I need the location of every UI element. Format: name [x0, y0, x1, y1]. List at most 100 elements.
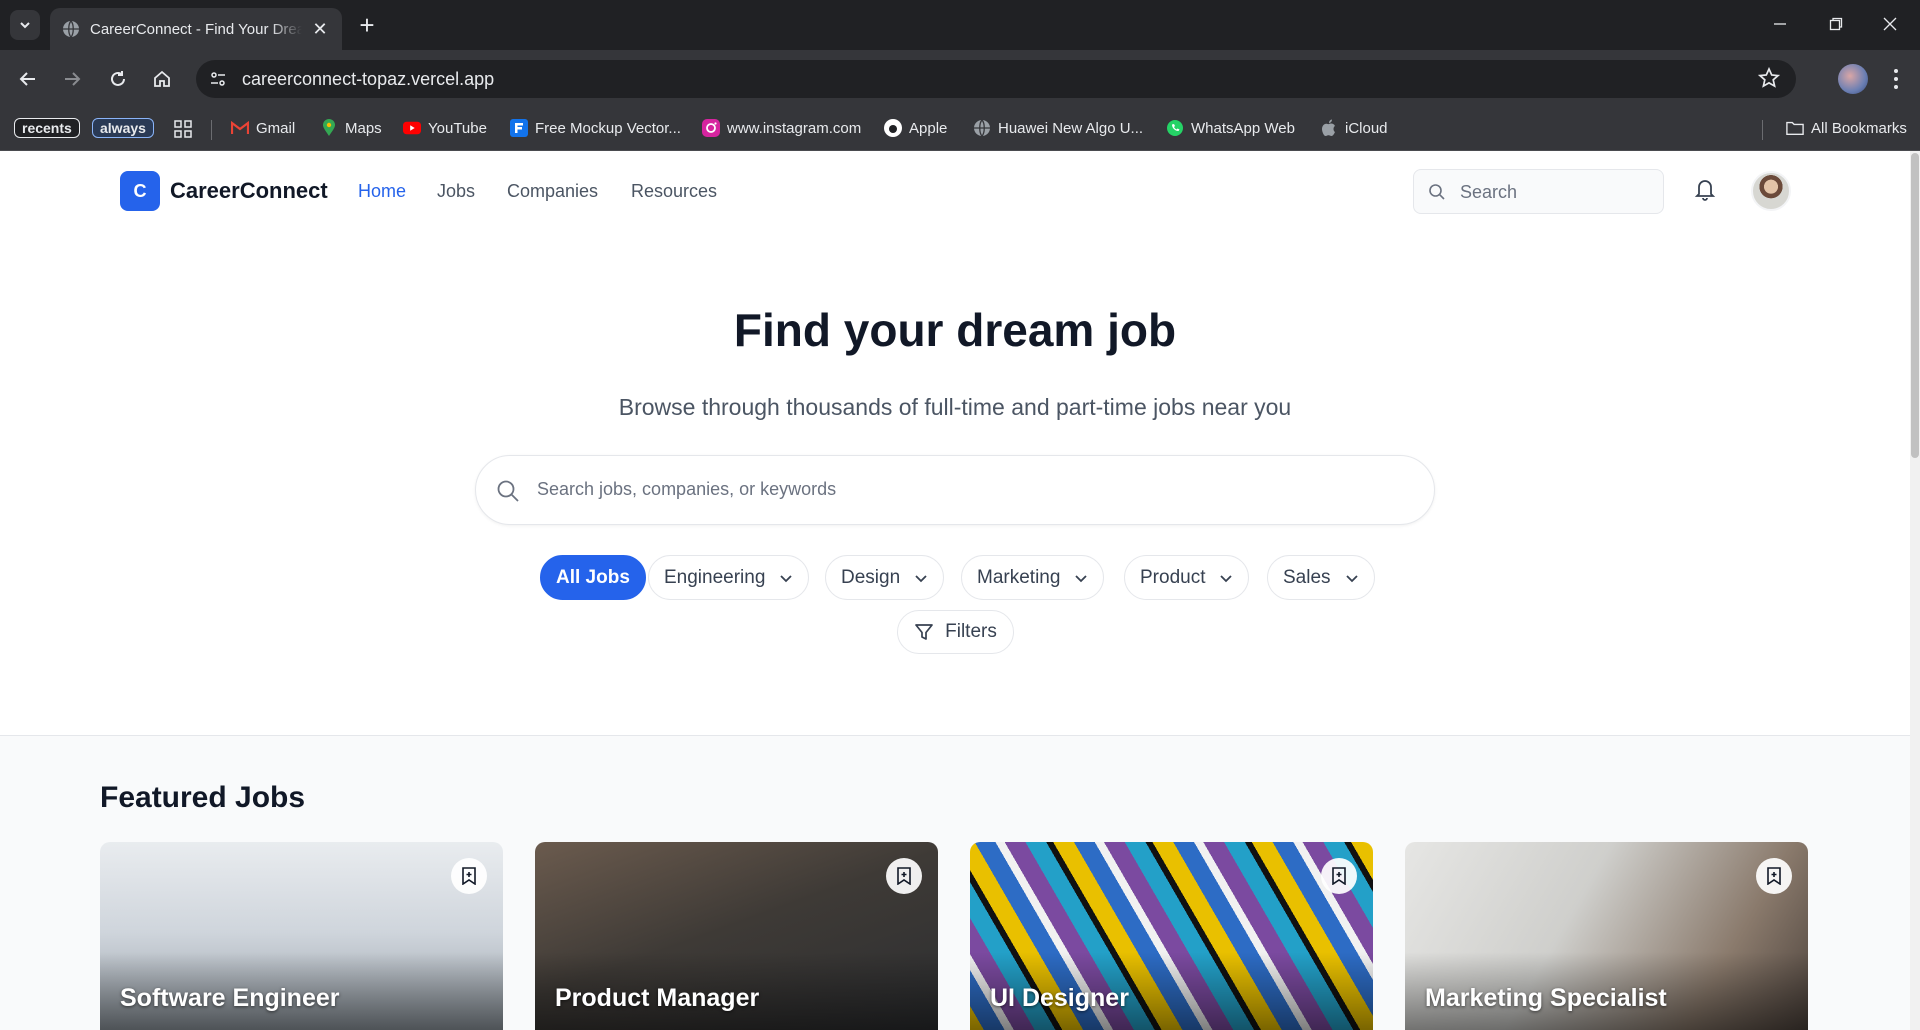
bookmark-button[interactable]: [1756, 858, 1792, 894]
bookmark-button[interactable]: [1321, 858, 1357, 894]
job-search-placeholder: Search jobs, companies, or keywords: [537, 479, 837, 499]
job-card[interactable]: Software Engineer: [100, 842, 503, 1030]
tab-title: CareerConnect - Find Your Dream Job: [90, 20, 302, 38]
job-card[interactable]: Marketing Specialist: [1405, 842, 1808, 1030]
apps-grid-icon: [174, 120, 192, 138]
restore-icon: [1829, 17, 1843, 31]
job-card-title: Software Engineer: [120, 984, 340, 1012]
category-design[interactable]: Design: [825, 555, 945, 600]
site-info-button[interactable]: [204, 65, 232, 93]
home-icon: [154, 70, 170, 87]
minimize-button[interactable]: [1760, 8, 1800, 40]
logo-mark[interactable]: C: [120, 171, 160, 211]
site-header: C CareerConnect Home Jobs Companies Reso…: [0, 151, 1910, 231]
bookmark-huawei[interactable]: Huawei New Algo U...: [973, 119, 1143, 137]
bookmark-youtube[interactable]: YouTube: [403, 119, 487, 137]
browser-tab-strip: CareerConnect - Find Your Dream Job ✕ +: [0, 0, 1920, 50]
chevron-down-icon: [1075, 574, 1088, 582]
nav-resources[interactable]: Resources: [631, 181, 717, 202]
maps-pin-icon: [320, 119, 338, 137]
bookmark-apple[interactable]: Apple: [884, 119, 947, 137]
reload-button[interactable]: [102, 63, 134, 95]
youtube-icon: [403, 119, 421, 137]
instagram-icon: [702, 119, 720, 137]
bookmark-plus-icon: [1767, 867, 1781, 885]
bookmark-always[interactable]: always: [92, 118, 154, 138]
browser-toolbar: careerconnect-topaz.vercel.app: [0, 50, 1920, 108]
all-bookmarks-button[interactable]: All Bookmarks: [1786, 119, 1907, 137]
browser-tab-active[interactable]: CareerConnect - Find Your Dream Job ✕: [50, 8, 342, 50]
bookmark-button[interactable]: [886, 858, 922, 894]
hero-subtitle: Browse through thousands of full-time an…: [618, 394, 1292, 420]
bookmark-plus-icon: [1332, 867, 1346, 885]
header-search-placeholder: Search: [1460, 182, 1518, 202]
whatsapp-icon: [1166, 119, 1184, 137]
address-bar[interactable]: careerconnect-topaz.vercel.app: [196, 60, 1796, 98]
header-search-input[interactable]: Search: [1413, 169, 1664, 214]
bookmark-icloud[interactable]: iCloud: [1320, 119, 1388, 137]
featured-jobs-section: Featured Jobs Software Engineer Product …: [0, 735, 1910, 1030]
page-viewport: C CareerConnect Home Jobs Companies Reso…: [0, 151, 1920, 1030]
bookmark-recents[interactable]: recents: [14, 118, 80, 138]
home-button[interactable]: [146, 63, 178, 95]
category-all-jobs[interactable]: All Jobs: [540, 555, 646, 600]
bookmark-separator: [211, 120, 212, 140]
bookmark-instagram[interactable]: www.instagram.com: [702, 119, 861, 137]
bookmark-free-mockup[interactable]: Free Mockup Vector...: [510, 119, 681, 137]
bookmarks-bar: recents always Gmail Maps YouTube Free M…: [0, 108, 1920, 151]
bookmark-plus-icon: [897, 867, 911, 885]
arrow-right-icon: [65, 72, 81, 86]
bookmark-button[interactable]: [451, 858, 487, 894]
user-avatar[interactable]: [1751, 171, 1791, 211]
section-title: Featured Jobs: [100, 781, 306, 814]
filters-button[interactable]: Filters: [897, 610, 1014, 654]
browser-profile-avatar[interactable]: [1838, 64, 1868, 94]
nav-home[interactable]: Home: [358, 181, 406, 202]
chevron-down-icon: [915, 574, 927, 582]
bell-icon: [1694, 180, 1716, 201]
back-button[interactable]: [12, 63, 44, 95]
apps-grid-button[interactable]: [173, 119, 193, 139]
search-icon: [497, 480, 519, 502]
close-icon[interactable]: ✕: [310, 19, 330, 40]
bookmark-maps[interactable]: Maps: [320, 119, 382, 137]
category-product[interactable]: Product: [1124, 555, 1250, 600]
gmail-icon: [231, 119, 249, 137]
search-icon: [1429, 184, 1445, 200]
job-card[interactable]: UI Designer: [970, 842, 1373, 1030]
brand-name[interactable]: CareerConnect: [170, 178, 328, 204]
bookmark-whatsapp[interactable]: WhatsApp Web: [1166, 119, 1295, 137]
chevron-down-icon: [1220, 574, 1233, 582]
category-sales[interactable]: Sales: [1267, 555, 1375, 600]
url-text: careerconnect-topaz.vercel.app: [242, 69, 495, 89]
browser-menu-icon[interactable]: [1886, 64, 1906, 94]
bookmark-plus-icon: [462, 867, 476, 885]
chevron-down-icon: [1345, 574, 1358, 582]
bookmark-gmail[interactable]: Gmail: [231, 119, 295, 137]
category-engineering[interactable]: Engineering: [648, 555, 810, 600]
globe-icon: [63, 20, 79, 38]
tab-search-button[interactable]: [10, 10, 40, 40]
category-marketing[interactable]: Marketing: [961, 555, 1105, 600]
filter-icon: [915, 624, 933, 640]
nav-jobs[interactable]: Jobs: [437, 181, 475, 202]
job-card-title: UI Designer: [990, 984, 1129, 1012]
forward-button[interactable]: [56, 63, 88, 95]
new-tab-button[interactable]: +: [352, 10, 382, 40]
reload-icon: [111, 71, 125, 86]
notifications-button[interactable]: [1694, 176, 1716, 207]
nav-companies[interactable]: Companies: [507, 181, 598, 202]
job-card[interactable]: Product Manager: [535, 842, 938, 1030]
folder-icon: [1786, 119, 1804, 137]
page-scrollbar[interactable]: [1910, 151, 1920, 1030]
job-search-input[interactable]: Search jobs, companies, or keywords: [475, 455, 1435, 525]
window-close-button[interactable]: [1870, 8, 1910, 40]
close-icon: [1883, 17, 1897, 31]
chevron-down-icon: [780, 574, 793, 582]
scrollbar-thumb[interactable]: [1911, 153, 1919, 458]
bookmark-star-icon[interactable]: [1757, 66, 1781, 94]
apple-icon: [1320, 119, 1338, 137]
arrow-left-icon: [19, 72, 35, 86]
restore-button[interactable]: [1816, 8, 1856, 40]
bookmark-separator: [1762, 120, 1763, 140]
